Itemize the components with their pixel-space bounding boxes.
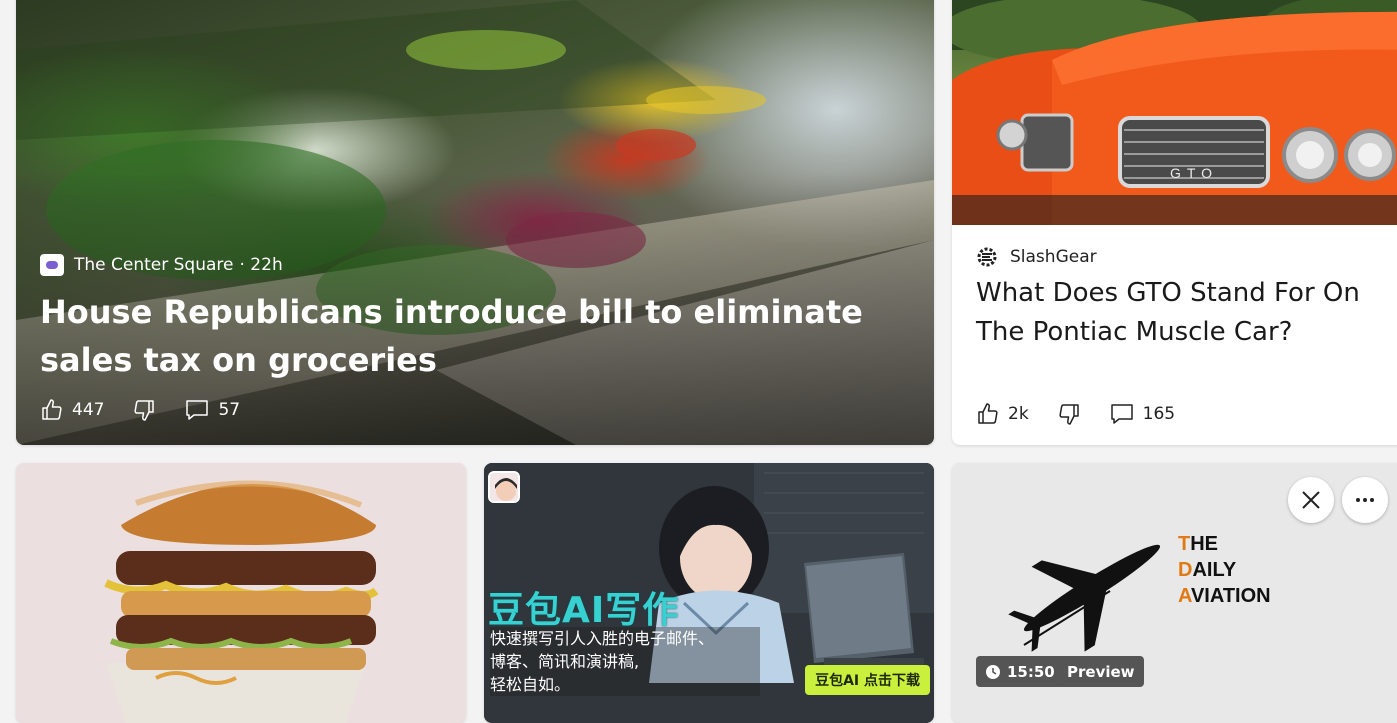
ad-headline: 豆包AI写作 — [488, 590, 680, 631]
more-options-button[interactable] — [1342, 477, 1388, 523]
gto-news-card[interactable]: GTO SlashGear What Does GTO Stand For On… — [952, 0, 1397, 445]
logo-text: VIATION — [1190, 585, 1271, 607]
like-button[interactable]: 447 — [40, 398, 104, 422]
reaction-bar: 2k 165 — [976, 402, 1203, 426]
article-source[interactable]: The Center Square · 22h — [40, 254, 283, 276]
video-duration-badge: 15:50 — [976, 656, 1064, 687]
advertiser-avatar — [488, 471, 520, 503]
article-age: · 22h — [239, 255, 283, 275]
ad-description-line: 快速撰写引人入胜的电子邮件、 — [490, 629, 715, 648]
grille-badge: GTO — [1170, 165, 1218, 181]
comment-count: 57 — [218, 400, 241, 420]
source-name: The Center Square — [74, 255, 234, 275]
thumbs-down-icon — [134, 400, 155, 421]
comment-count: 165 — [1142, 404, 1176, 424]
logo-letter: D — [1178, 559, 1193, 581]
burger-news-card[interactable] — [16, 463, 466, 723]
daily-aviation-logo: THE DAILY AVIATION — [1178, 531, 1271, 609]
dismiss-button[interactable] — [1288, 477, 1334, 523]
duration-text: 15:50 — [1007, 662, 1055, 681]
ad-description: 快速撰写引人入胜的电子邮件、 博客、简讯和演讲稿, 轻松自如。 — [490, 627, 760, 696]
thumbs-up-icon — [978, 403, 998, 424]
logo-text: AILY — [1192, 559, 1237, 581]
download-cta-button[interactable]: 豆包AI 点击下载 — [805, 665, 930, 695]
source-name: SlashGear — [1010, 247, 1097, 267]
clock-icon — [986, 664, 1000, 679]
slashgear-logo-icon — [977, 247, 997, 267]
ad-description-line: 轻松自如。 — [490, 675, 571, 694]
comment-icon — [1110, 404, 1133, 424]
preview-badge[interactable]: Preview — [1058, 656, 1144, 687]
logo-letter: T — [1178, 533, 1191, 555]
dislike-button[interactable] — [132, 398, 156, 422]
dislike-button[interactable] — [1057, 402, 1081, 426]
hero-news-card[interactable]: The Center Square · 22h House Republican… — [16, 0, 934, 445]
doubao-ad-card[interactable]: 豆包AI写作 快速撰写引人入胜的电子邮件、 博客、简讯和演讲稿, 轻松自如。 豆… — [484, 463, 934, 723]
source-logo — [40, 254, 64, 276]
like-count: 2k — [1008, 404, 1029, 424]
like-count: 447 — [72, 400, 105, 420]
logo-text: HE — [1190, 533, 1219, 555]
thumbs-down-icon — [1059, 404, 1079, 425]
orange-car-illustration: GTO — [952, 0, 1397, 225]
aviation-video-card[interactable]: THE DAILY AVIATION 15:50 Preview — [952, 463, 1397, 723]
comment-button[interactable]: 57 — [184, 398, 240, 422]
comment-button[interactable]: 165 — [1109, 402, 1175, 426]
pontiac-gto-image: GTO — [952, 0, 1397, 225]
thumbs-up-icon — [42, 399, 62, 420]
article-source[interactable]: SlashGear — [976, 246, 1097, 268]
article-title[interactable]: What Does GTO Stand For On The Pontiac M… — [976, 274, 1386, 352]
like-button[interactable]: 2k — [976, 402, 1029, 426]
logo-letter: A — [1178, 585, 1191, 607]
reaction-bar: 447 57 — [40, 398, 268, 422]
article-title[interactable]: House Republicans introduce bill to elim… — [40, 288, 910, 384]
burger-image — [16, 463, 466, 723]
comment-icon — [186, 400, 209, 420]
more-icon — [1356, 498, 1374, 502]
close-icon — [1302, 491, 1320, 509]
ad-description-line: 博客、简讯和演讲稿, — [490, 652, 640, 671]
